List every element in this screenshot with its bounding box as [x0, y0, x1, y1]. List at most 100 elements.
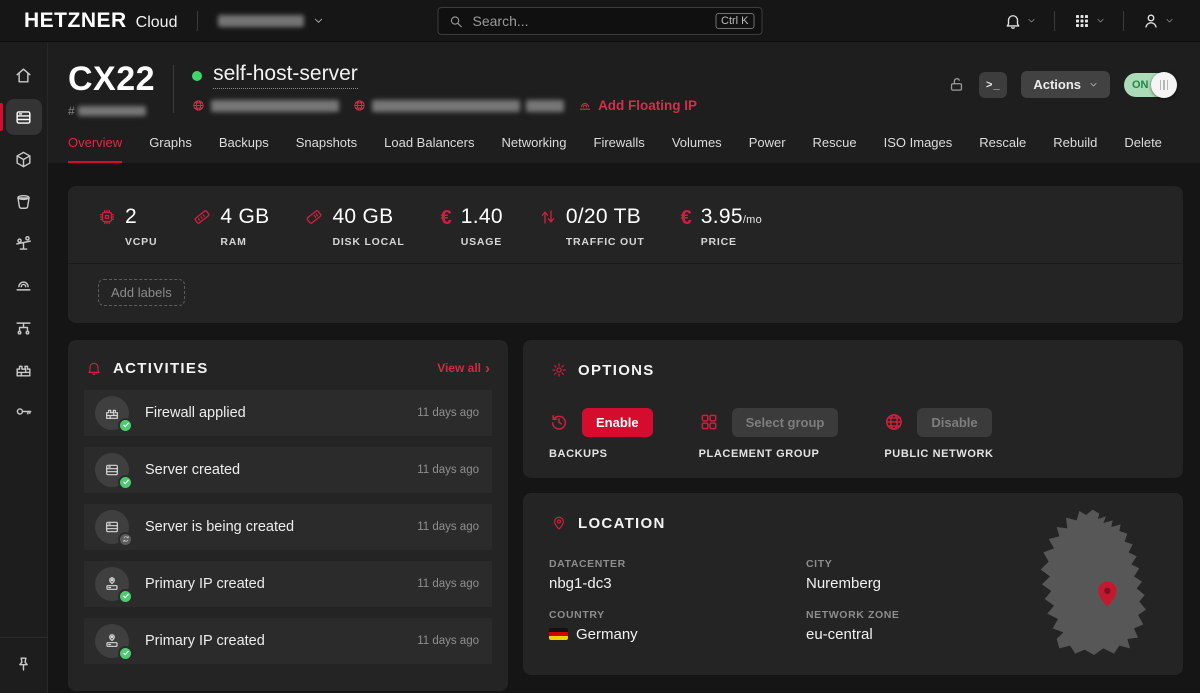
activity-list: Firewall applied 11 days ago Server crea…: [84, 390, 492, 664]
check-icon: [118, 646, 133, 661]
servers-icon: [6, 99, 42, 135]
tab[interactable]: Graphs: [149, 135, 192, 163]
sidebar-footer: [0, 637, 48, 693]
search-input[interactable]: [473, 13, 716, 29]
field-value: nbg1-dc3: [549, 575, 786, 592]
location-field: NETWORK ZONE eu-central: [806, 609, 1046, 643]
option-button[interactable]: Disable: [917, 408, 991, 437]
sidebar-item[interactable]: [0, 306, 48, 348]
tab[interactable]: ISO Images: [884, 135, 953, 163]
search-box[interactable]: Ctrl K: [438, 7, 763, 35]
stat-value: 40 GB: [332, 205, 393, 228]
sidebar-item[interactable]: [0, 96, 48, 138]
redacted-project-name: [218, 15, 304, 27]
activity-avatar: [95, 624, 129, 658]
ipv6-address[interactable]: [353, 99, 564, 112]
activity-row[interactable]: Server created 11 days ago: [84, 447, 492, 493]
option-caption: PLACEMENT GROUP: [699, 448, 839, 460]
activity-row[interactable]: Firewall applied 11 days ago: [84, 390, 492, 436]
field-value: eu-central: [806, 626, 1046, 643]
germany-map: [1029, 507, 1167, 667]
toggle-knob[interactable]: [1151, 72, 1177, 98]
activity-avatar: [95, 396, 129, 430]
redacted-ipv4: [211, 100, 339, 112]
activity-text: Primary IP created: [145, 633, 265, 649]
server-name-editable[interactable]: self-host-server: [213, 62, 358, 89]
redacted-ipv6: [372, 100, 520, 112]
actions-dropdown-button[interactable]: Actions: [1021, 71, 1110, 98]
chevron-down-icon: [1096, 16, 1105, 25]
tab[interactable]: Rescue: [813, 135, 857, 163]
tab[interactable]: Power: [749, 135, 786, 163]
tab[interactable]: Overview: [68, 135, 122, 163]
option-group: Enable BACKUPS: [549, 408, 653, 460]
sidebar-item[interactable]: [0, 348, 48, 390]
stat: € 1.40 USAGE: [441, 205, 503, 248]
tab[interactable]: Rescale: [979, 135, 1026, 163]
sidebar-item[interactable]: [0, 54, 48, 96]
add-labels-button[interactable]: Add labels: [98, 279, 185, 306]
location-field: CITY Nuremberg: [806, 558, 1046, 592]
divider: [197, 11, 198, 31]
activity-row[interactable]: Primary IP created 11 days ago: [84, 561, 492, 607]
options-list: Enable BACKUPS Select group PLACE: [549, 408, 1157, 460]
tab[interactable]: Networking: [501, 135, 566, 163]
stat-value: 4 GB: [220, 205, 269, 228]
cpu-icon: [98, 208, 116, 248]
status-dot-running: [192, 71, 202, 81]
apps-menu[interactable]: [1071, 12, 1107, 30]
tab[interactable]: Load Balancers: [384, 135, 474, 163]
tab[interactable]: Delete: [1124, 135, 1162, 163]
user-menu[interactable]: [1140, 12, 1176, 30]
activity-avatar: [95, 510, 129, 544]
view-all-link[interactable]: View all ›: [437, 361, 490, 376]
tab[interactable]: Volumes: [672, 135, 722, 163]
option-group: Select group PLACEMENT GROUP: [699, 408, 839, 460]
option-button[interactable]: Select group: [732, 408, 839, 437]
project-selector[interactable]: [218, 15, 324, 27]
notifications-menu[interactable]: [1002, 12, 1038, 30]
stat-label: TRAFFIC OUT: [566, 236, 645, 248]
brand-logo[interactable]: HETZNER Cloud: [24, 9, 177, 33]
tab[interactable]: Backups: [219, 135, 269, 163]
tab[interactable]: Firewalls: [594, 135, 645, 163]
chevron-down-icon: [1165, 16, 1174, 25]
floating-ip-icon: [578, 99, 592, 113]
tab[interactable]: Snapshots: [296, 135, 357, 163]
power-toggle[interactable]: ON: [1124, 73, 1174, 97]
history-icon: [549, 412, 569, 432]
activity-row[interactable]: Primary IP created 11 days ago: [84, 618, 492, 664]
activity-time: 11 days ago: [417, 578, 479, 590]
networks-icon: [6, 309, 42, 345]
sidebar-item[interactable]: [0, 180, 48, 222]
tab[interactable]: Rebuild: [1053, 135, 1097, 163]
activity-row[interactable]: Server is being created 11 days ago: [84, 504, 492, 550]
firewalls-icon: [6, 351, 42, 387]
globe-icon: [884, 412, 904, 432]
stat-label: VCPU: [125, 236, 157, 248]
option-button[interactable]: Enable: [582, 408, 653, 437]
lock-open-icon-button[interactable]: [948, 76, 965, 93]
field-value: Nuremberg: [806, 575, 1046, 592]
server-id-prefix: #: [68, 104, 75, 118]
stat-suffix: /mo: [743, 214, 762, 226]
sidebar-pin-toggle[interactable]: [0, 643, 48, 685]
sidebar-item[interactable]: [0, 222, 48, 264]
floating-ip-icon: [6, 267, 42, 303]
sidebar-item[interactable]: [0, 138, 48, 180]
sidebar-item[interactable]: [0, 390, 48, 432]
ipv4-address[interactable]: [192, 99, 339, 112]
power-state-label: ON: [1132, 79, 1149, 91]
bell-icon: [1004, 12, 1022, 30]
console-button[interactable]: >_: [979, 72, 1007, 98]
server-identity: self-host-server: [192, 62, 697, 113]
stat: 2 VCPU: [98, 205, 157, 248]
field-label: CITY: [806, 558, 1046, 570]
sidebar-item[interactable]: [0, 264, 48, 306]
labels-section: Add labels: [68, 264, 1183, 323]
activities-title: ACTIVITIES: [113, 360, 209, 377]
chevron-right-icon: ›: [485, 361, 490, 376]
add-floating-ip-link[interactable]: Add Floating IP: [578, 98, 697, 113]
chevron-down-icon: [1027, 16, 1036, 25]
overview-content: 2 VCPU 4 GB RAM: [48, 163, 1200, 693]
